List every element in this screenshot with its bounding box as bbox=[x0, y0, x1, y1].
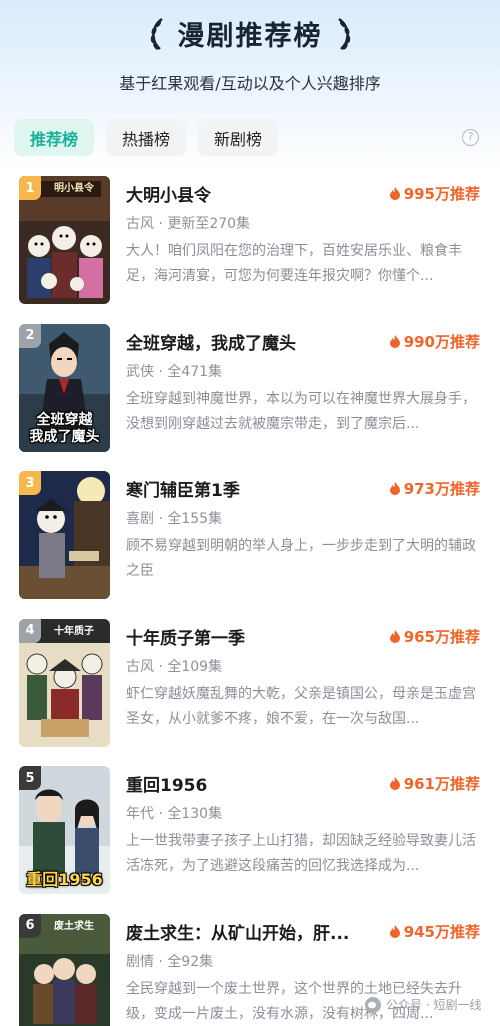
heat-label: 961万推荐 bbox=[403, 775, 480, 793]
laurel-left-icon bbox=[150, 17, 163, 50]
drama-title[interactable]: 废土求生：从矿山开始，肝... bbox=[126, 919, 376, 944]
flame-icon bbox=[389, 924, 400, 938]
cover-title: 废土求生 bbox=[54, 920, 94, 932]
cover-title: 明小县令 bbox=[54, 183, 94, 194]
drama-meta: 剧情 · 全92集 bbox=[126, 953, 214, 970]
page-header: 漫剧推荐榜 基于红果观看/互动以及个人兴趣排序 bbox=[0, 0, 500, 110]
cover-title: 重回1956 bbox=[26, 870, 103, 889]
rank-badge: 4 bbox=[19, 618, 41, 643]
tab-hot[interactable]: 热播榜 bbox=[106, 119, 187, 156]
cover-title: 十年质子 bbox=[54, 625, 94, 637]
rank-badge: 2 bbox=[19, 323, 41, 348]
heat-score: 995万推荐 bbox=[389, 183, 480, 204]
page-title: 漫剧推荐榜 bbox=[177, 21, 323, 52]
drama-meta: 年代 · 全130集 bbox=[126, 806, 223, 822]
drama-meta: 古风 · 全109集 bbox=[126, 658, 223, 675]
drama-description: 虾仁穿越妖魔乱舞的大乾，父亲是镇国公，母亲是玉虚宫圣女，从小就爹不疼，娘不爱，在… bbox=[126, 685, 476, 727]
drama-title[interactable]: 重回1956 bbox=[126, 771, 376, 796]
rank-badge: 6 bbox=[19, 913, 41, 938]
drama-meta: 武侠 · 全471集 bbox=[126, 363, 223, 380]
heat-score: 961万推荐 bbox=[389, 773, 480, 794]
heat-label: 965万推荐 bbox=[403, 627, 480, 646]
drama-description: 上一世我带妻子孩子上山打猎，却因缺乏经验导致妻儿活活冻死，为了逃避这段痛苦的回忆… bbox=[126, 833, 476, 874]
drama-cover[interactable]: 5 重回1956 bbox=[19, 766, 110, 894]
watermark-text: 公众号 · 短剧一线 bbox=[386, 998, 482, 1012]
cover-title: 全班穿越 我成了魔头 bbox=[29, 411, 100, 445]
tab-recommend[interactable]: 推荐榜 bbox=[14, 119, 95, 156]
drama-title[interactable]: 大明小县令 bbox=[126, 181, 376, 206]
drama-title[interactable]: 寒门辅臣第1季 bbox=[126, 476, 376, 501]
heat-label: 945万推荐 bbox=[403, 922, 480, 941]
drama-cover[interactable]: 1 明小县令 bbox=[19, 176, 110, 304]
list-item[interactable]: 4 十年质子 十年质子第一季 965万推荐 古风 · 全109集 虾仁穿越妖魔乱… bbox=[0, 618, 500, 767]
drama-list: 1 明小县令 大明小县令 995万推荐 古风 · 更新至270集 大人！咱们凤阳… bbox=[0, 176, 500, 1026]
heat-label: 973万推荐 bbox=[403, 480, 480, 498]
heat-label: 995万推荐 bbox=[403, 185, 480, 203]
page-subtitle: 基于红果观看/互动以及个人兴趣排序 bbox=[119, 74, 381, 93]
title-row: 漫剧推荐榜 bbox=[0, 14, 500, 53]
flame-icon bbox=[389, 777, 400, 790]
drama-cover[interactable]: 2 全班穿越 我成了魔头 bbox=[19, 323, 110, 452]
ranking-tabs: 推荐榜 热播榜 新剧榜 bbox=[14, 119, 279, 156]
list-item[interactable]: 3 寒门辅臣第1季 973万推荐 喜剧 · 全155集 顾不易穿越到明朝的举人身… bbox=[0, 471, 500, 619]
rank-badge: 1 bbox=[19, 176, 41, 200]
rank-badge: 5 bbox=[19, 766, 41, 790]
drama-title[interactable]: 全班穿越，我成了魔头 bbox=[126, 329, 376, 354]
drama-description: 大人！咱们凤阳在您的治理下，百姓安居乐业、粮食丰足，海河清宴，可您为何要连年报灾… bbox=[126, 243, 462, 284]
drama-cover[interactable]: 4 十年质子 bbox=[19, 618, 110, 747]
flame-icon bbox=[389, 629, 400, 643]
laurel-right-icon bbox=[337, 17, 350, 50]
heat-score: 990万推荐 bbox=[389, 331, 480, 352]
rank-badge: 3 bbox=[19, 471, 41, 495]
watermark: 公众号 · 短剧一线 bbox=[365, 996, 481, 1013]
heat-score: 945万推荐 bbox=[389, 921, 480, 942]
flame-icon bbox=[389, 482, 400, 495]
drama-title[interactable]: 十年质子第一季 bbox=[126, 624, 376, 649]
list-item[interactable]: 2 全班穿越 我成了魔头 全班穿越，我成了魔头 990万推荐 武侠 · 全471… bbox=[0, 323, 500, 472]
list-item[interactable]: 1 明小县令 大明小县令 995万推荐 古风 · 更新至270集 大人！咱们凤阳… bbox=[0, 176, 500, 324]
drama-description: 全班穿越到神魔世界，本以为可以在神魔世界大展身手，没想到刚穿越过去就被魔宗带走，… bbox=[126, 390, 476, 432]
list-item[interactable]: 5 重回1956 重回1956 961万推荐 年代 · 全130集 上一世我带妻… bbox=[0, 766, 500, 914]
flame-icon bbox=[389, 187, 400, 200]
drama-description: 顾不易穿越到明朝的举人身上，一步步走到了大明的辅政之臣 bbox=[126, 538, 476, 579]
wechat-icon bbox=[365, 996, 381, 1013]
drama-cover[interactable]: 3 bbox=[19, 471, 110, 599]
tab-new[interactable]: 新剧榜 bbox=[198, 119, 279, 156]
question-circle-icon[interactable]: ? bbox=[462, 129, 479, 146]
flame-icon bbox=[389, 334, 400, 348]
drama-meta: 喜剧 · 全155集 bbox=[126, 511, 223, 527]
heat-score: 965万推荐 bbox=[389, 626, 480, 647]
drama-cover[interactable]: 6 废土求生 bbox=[19, 913, 110, 1026]
heat-score: 973万推荐 bbox=[389, 478, 480, 499]
drama-meta: 古风 · 更新至270集 bbox=[126, 216, 251, 232]
heat-label: 990万推荐 bbox=[403, 332, 480, 351]
